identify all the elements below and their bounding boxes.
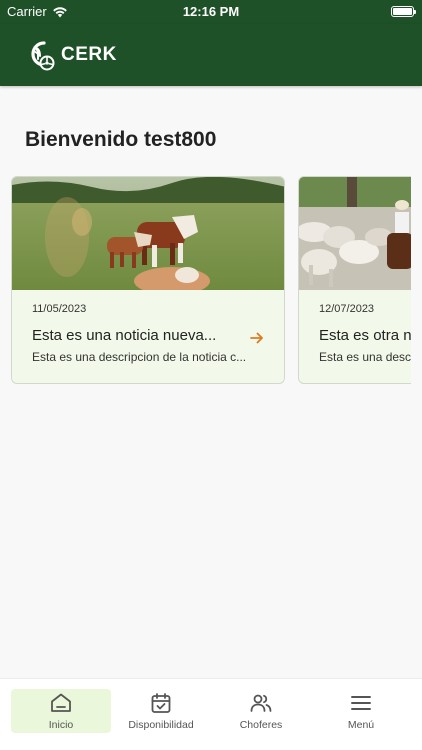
tab-label: Disponibilidad xyxy=(128,719,194,731)
app-header: CERK xyxy=(0,24,422,86)
tab-label: Menú xyxy=(347,719,375,731)
users-icon xyxy=(250,694,272,712)
tab-label: Choferes xyxy=(239,719,283,731)
news-carousel[interactable]: 11/05/2023 Esta es una noticia nueva... … xyxy=(11,176,411,386)
news-description: Esta es una desc xyxy=(319,350,411,364)
welcome-heading: Bienvenido test800 xyxy=(25,128,217,151)
news-card-body: 12/07/2023 Esta es otra n Esta es una de… xyxy=(299,290,411,383)
status-time: 12:16 PM xyxy=(182,4,240,19)
status-bar: Carrier 12:16 PM xyxy=(0,0,422,24)
tab-disponibilidad[interactable]: Disponibilidad xyxy=(111,689,211,733)
news-title: Esta es una noticia nueva... xyxy=(32,327,217,344)
news-image xyxy=(299,177,411,290)
arrow-right-icon[interactable] xyxy=(250,331,264,345)
news-image xyxy=(12,177,284,290)
app-logo[interactable]: CERK xyxy=(25,39,117,71)
news-date: 11/05/2023 xyxy=(32,303,87,315)
tab-inicio[interactable]: Inicio xyxy=(11,689,111,733)
cerk-logo-icon xyxy=(31,41,55,71)
news-card[interactable]: 12/07/2023 Esta es otra n Esta es una de… xyxy=(298,176,411,384)
news-description: Esta es una descripcion de la noticia c.… xyxy=(32,350,247,364)
news-card[interactable]: 11/05/2023 Esta es una noticia nueva... … xyxy=(11,176,285,384)
bottom-navigation: Inicio Disponibilidad Choferes Menú xyxy=(0,678,422,750)
brand-name: CERK xyxy=(61,44,117,65)
news-title: Esta es otra n xyxy=(319,327,411,344)
hamburger-menu-icon xyxy=(351,696,371,710)
home-icon xyxy=(51,693,71,712)
news-card-body: 11/05/2023 Esta es una noticia nueva... … xyxy=(12,290,284,383)
tab-choferes[interactable]: Choferes xyxy=(211,689,311,733)
tab-menu[interactable]: Menú xyxy=(311,689,411,733)
tab-label: Inicio xyxy=(48,719,74,731)
calendar-check-icon xyxy=(151,693,171,713)
battery-icon xyxy=(391,6,416,17)
news-date: 12/07/2023 xyxy=(319,303,375,315)
